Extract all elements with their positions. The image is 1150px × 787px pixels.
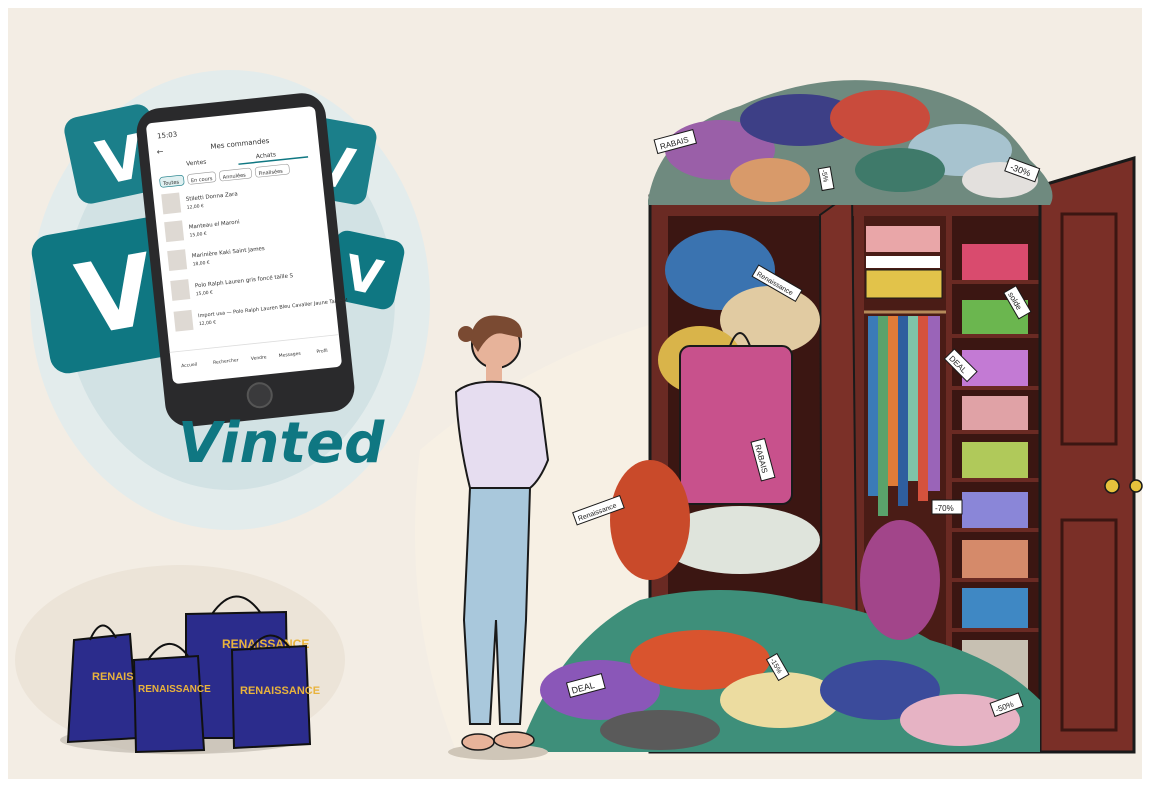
vinted-wardrobe-illustration: V V V V 15:03 ← Mes commandes Ventes Ach… (0, 0, 1150, 787)
smartphone: 15:03 ← Mes commandes Ventes Achats Tout… (136, 93, 355, 427)
door-knob (1129, 479, 1143, 493)
order-thumbnail (170, 279, 191, 301)
bag (230, 644, 312, 750)
folded-stack (866, 226, 940, 252)
nav-profil: Profil (316, 348, 328, 355)
garment (908, 316, 918, 481)
cloth (610, 460, 690, 580)
garment (928, 316, 940, 491)
bag-label: RENAISSANCE (138, 684, 211, 695)
folded-stack (962, 492, 1028, 528)
hair-bun (458, 326, 474, 342)
folded-stack (962, 588, 1028, 628)
woman-foot (493, 731, 535, 749)
folded-stack (962, 442, 1028, 478)
folded-stack (962, 244, 1028, 280)
order-thumbnail (161, 192, 182, 215)
bag-label: RENAISSANCE (240, 685, 320, 697)
bag (66, 632, 140, 744)
woman-sweater (454, 380, 550, 489)
tag-text: -70% (935, 504, 954, 513)
cloth (600, 710, 720, 750)
vinted-wordmark: Vinted (178, 411, 385, 476)
cloth (860, 520, 940, 640)
folded-stack (962, 396, 1028, 430)
garment (878, 316, 888, 516)
right-door (1038, 155, 1136, 754)
order-thumbnail (173, 309, 194, 332)
illustration-scene: V V V V 15:03 ← Mes commandes Ventes Ach… (0, 0, 1150, 787)
hanging-clothes (868, 316, 940, 516)
basket (865, 269, 943, 299)
order-thumbnail (167, 249, 188, 272)
garment (868, 316, 878, 496)
garment (898, 316, 908, 506)
hanging-shirt (679, 345, 793, 505)
folded-stack (866, 256, 940, 268)
garment (888, 316, 898, 486)
bag (132, 654, 206, 754)
woman-shadow (448, 744, 548, 760)
phone-screen (146, 106, 342, 384)
back-arrow-icon: ← (156, 147, 164, 157)
door-knob (1104, 478, 1120, 494)
garment (918, 316, 928, 501)
woman-foot (461, 733, 495, 751)
tag: -70% (931, 499, 963, 515)
cloth (720, 672, 840, 728)
cloth (855, 148, 945, 192)
folded-stack (962, 540, 1028, 578)
cloth (730, 158, 810, 202)
order-thumbnail (164, 220, 185, 243)
